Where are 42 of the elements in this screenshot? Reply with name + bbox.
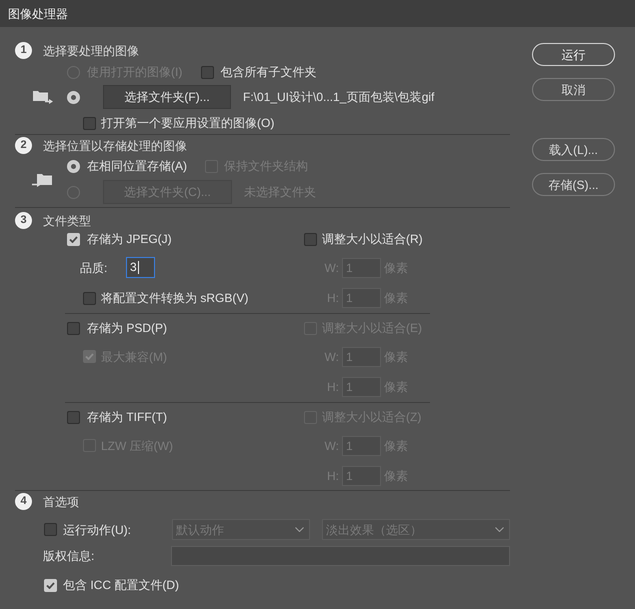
dialog-button[interactable]: 存储(S)... [532,173,615,196]
checkbox-label: 打开第一个要应用设置的图像(O) [101,117,274,129]
choose-folder-button[interactable]: 选择文件夹(F)... [103,85,231,109]
window-title: 图像处理器 [8,8,68,20]
checkbox-label: 存储为 PSD(P) [87,322,168,334]
dialog-button[interactable]: 运行 [532,43,615,66]
checkbox[interactable] [83,116,96,130]
checkbox[interactable] [304,232,317,246]
checkbox-label: 运行动作(U): [63,524,131,536]
step-number: 4 [15,493,32,510]
checkbox-label: 调整大小以适合(R) [322,233,423,245]
checkmark-icon [85,353,94,360]
section-title: 首选项 [43,496,79,508]
quality-label: 品质: [80,262,108,274]
checkbox[interactable] [67,322,80,334]
folder-arrow-icon [33,90,53,104]
step-number: 1 [15,42,32,59]
section-title: 选择位置以存储处理的图像 [43,140,187,152]
checkbox-label: 存储为 JPEG(J) [87,233,172,245]
checkbox-label: 包含所有子文件夹 [220,66,316,78]
chevron-down-icon [295,527,304,532]
checkmark-icon [69,236,78,242]
folder-path: F:\01_UI设计\0...1_页面包装\包装gif [243,91,434,103]
copyright-label: 版权信息: [43,549,94,563]
checkbox[interactable] [83,292,96,304]
checkbox[interactable] [201,66,214,78]
checkmark-icon [46,582,55,588]
dialog-button[interactable]: 取消 [532,78,615,101]
checkbox-label: 存储为 TIFF(T) [87,411,167,423]
checkbox-label: 包含 ICC 配置文件(D) [63,579,179,591]
checkbox[interactable] [67,410,80,424]
step-number: 2 [15,137,32,154]
section-title: 文件类型 [43,214,91,226]
radio-label: 在相同位置存储(A) [87,160,187,172]
chevron-down-icon [495,527,504,532]
step-number: 3 [15,212,32,229]
checkbox-label: 将配置文件转换为 sRGB(V) [101,292,248,304]
dialog-button[interactable]: 载入(L)... [532,138,615,161]
section-title: 选择要处理的图像 [43,44,139,56]
folder-arrow-icon [32,174,52,186]
checkbox[interactable] [44,523,57,536]
quality-field[interactable]: 3 [126,257,155,278]
